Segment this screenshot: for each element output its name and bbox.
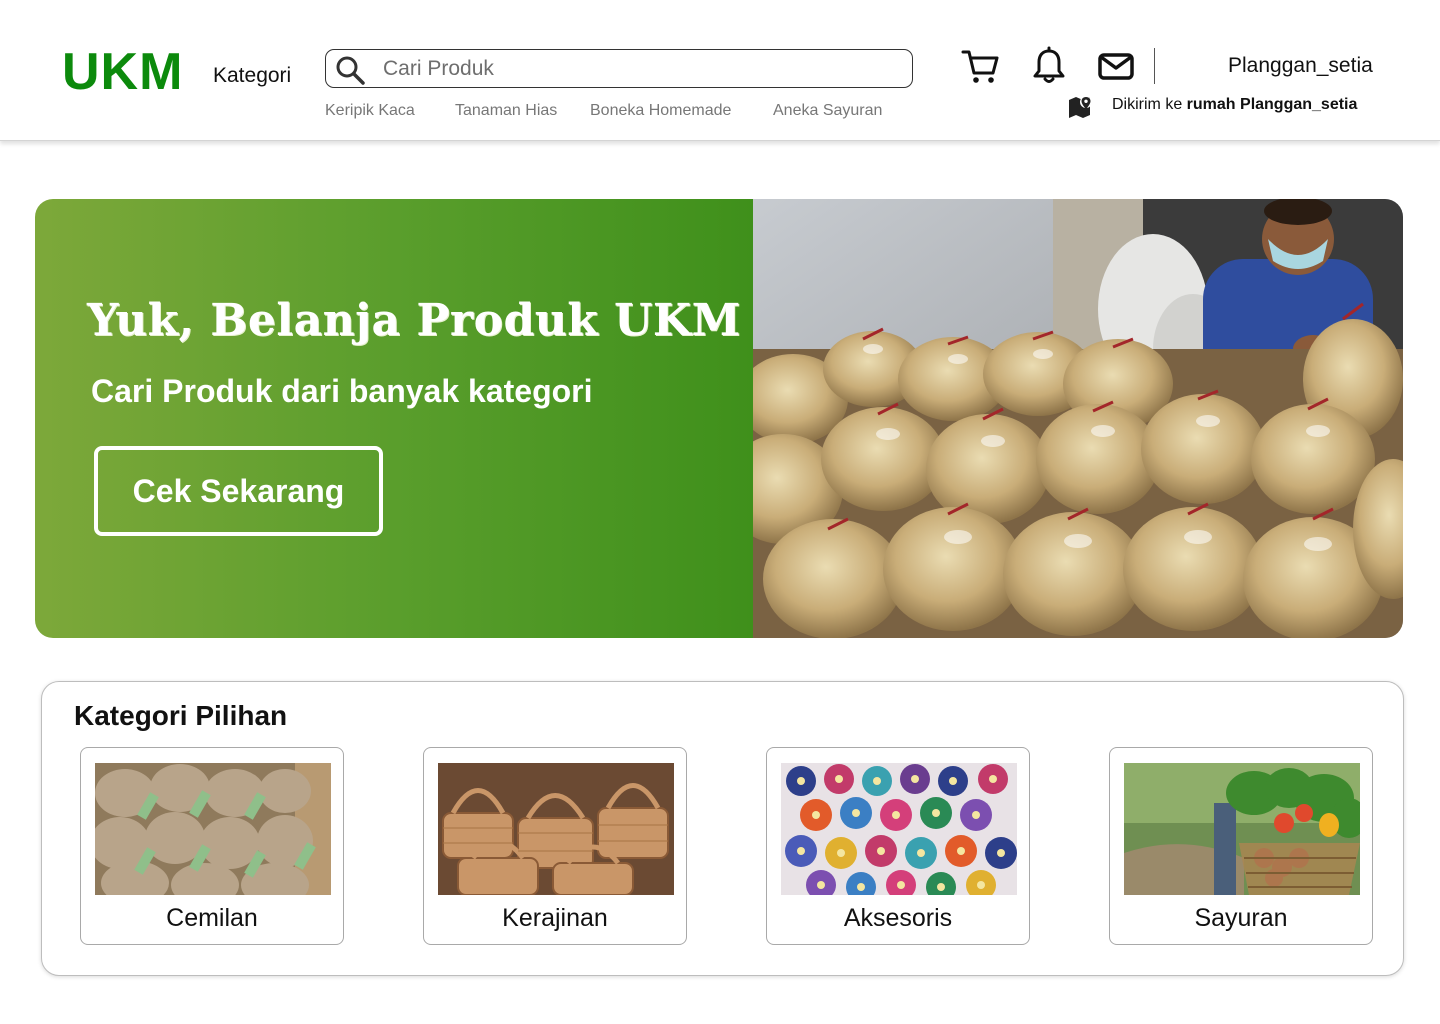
category-card-sayuran[interactable]: Sayuran bbox=[1109, 747, 1373, 945]
category-label: Aksesoris bbox=[843, 904, 953, 932]
category-label: Sayuran bbox=[1194, 904, 1288, 932]
mail-icon[interactable] bbox=[1096, 46, 1136, 86]
quick-link-boneka-homemade[interactable]: Boneka Homemade bbox=[590, 102, 731, 120]
user-account-name[interactable]: Planggan_setia bbox=[1228, 54, 1373, 78]
search-icon[interactable] bbox=[334, 54, 366, 86]
hero-photo bbox=[753, 199, 1403, 638]
search-bar[interactable] bbox=[325, 49, 913, 88]
category-card-cemilan[interactable]: Cemilan bbox=[80, 747, 344, 945]
section-title: Kategori Pilihan bbox=[74, 700, 288, 731]
category-image-aksesoris bbox=[781, 763, 1017, 895]
category-image-cemilan bbox=[95, 763, 331, 895]
category-card-aksesoris[interactable]: Aksesoris bbox=[766, 747, 1030, 945]
map-pin-icon bbox=[1069, 96, 1092, 118]
delivery-address[interactable]: Dikirim ke rumah Planggan_setia bbox=[1112, 96, 1357, 114]
hero-title: Yuk, Belanja Produk UKM bbox=[87, 295, 741, 346]
delivery-address-value: rumah Planggan_setia bbox=[1186, 96, 1358, 113]
kategori-menu-link[interactable]: Kategori bbox=[213, 64, 291, 88]
cek-sekarang-button[interactable]: Cek Sekarang bbox=[94, 446, 383, 536]
category-image-sayuran bbox=[1124, 763, 1360, 895]
category-label: Kerajinan bbox=[502, 904, 608, 932]
header-divider bbox=[1154, 48, 1155, 84]
kategori-pilihan-section: Kategori Pilihan Cemilan Kerajinan Akses… bbox=[41, 681, 1404, 976]
quick-link-tanaman-hias[interactable]: Tanaman Hias bbox=[455, 102, 557, 120]
category-image-kerajinan bbox=[438, 763, 674, 895]
category-card-kerajinan[interactable]: Kerajinan bbox=[423, 747, 687, 945]
hero-banner: Yuk, Belanja Produk UKM Cari Produk dari… bbox=[35, 199, 1403, 638]
top-navbar: UKM Kategori Keripik Kaca Tanaman Hias B… bbox=[0, 0, 1440, 141]
category-label: Cemilan bbox=[166, 904, 258, 932]
ukm-logo[interactable]: UKM bbox=[62, 42, 183, 102]
quick-link-aneka-sayuran[interactable]: Aneka Sayuran bbox=[773, 102, 882, 120]
search-input[interactable] bbox=[383, 56, 903, 82]
hero-subtitle: Cari Produk dari banyak kategori bbox=[91, 373, 593, 409]
delivery-prefix: Dikirim ke bbox=[1112, 96, 1187, 113]
cart-icon[interactable] bbox=[960, 46, 1000, 86]
hero-text-panel: Yuk, Belanja Produk UKM Cari Produk dari… bbox=[35, 199, 753, 638]
quick-link-keripik-kaca[interactable]: Keripik Kaca bbox=[325, 102, 415, 120]
bell-icon[interactable] bbox=[1029, 46, 1069, 86]
